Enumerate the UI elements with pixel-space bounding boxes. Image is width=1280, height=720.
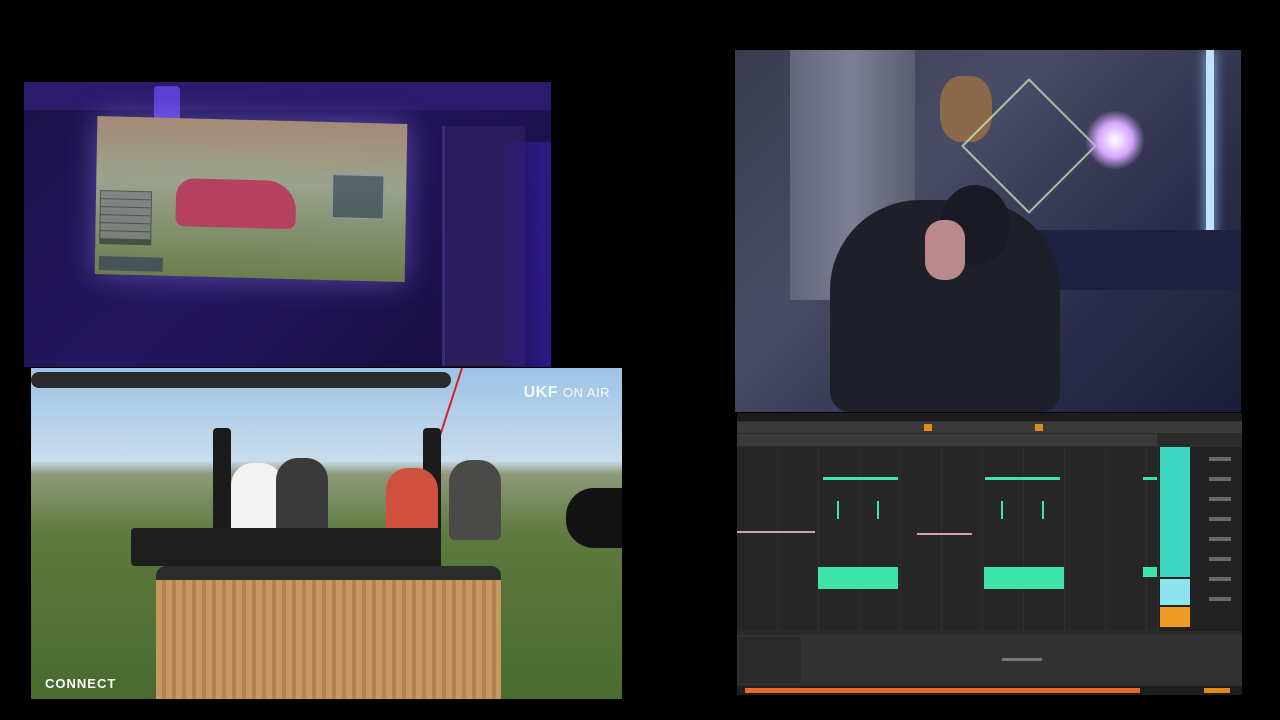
mixer-slot[interactable]: [1209, 497, 1231, 501]
mixer-slot[interactable]: [1209, 517, 1231, 521]
logo-main: UKF: [523, 384, 558, 401]
projector-screen: [94, 115, 408, 283]
clip[interactable]: [818, 567, 898, 589]
game-menu-item: [100, 223, 151, 232]
master-strip[interactable]: [1160, 607, 1190, 627]
clip[interactable]: [1001, 501, 1003, 519]
game-car: [175, 178, 297, 230]
mixer-panel[interactable]: [1159, 447, 1242, 631]
mixer-slot[interactable]: [1209, 597, 1231, 601]
lamp-light: [1085, 110, 1145, 170]
play-icon[interactable]: [924, 424, 932, 431]
mixer-slot[interactable]: [1209, 537, 1231, 541]
led-tube: [1206, 50, 1214, 240]
game-menu-item: [100, 191, 152, 200]
balloon-basket: [156, 566, 501, 699]
game-menu-item: [100, 199, 151, 208]
game-menu-item: [100, 207, 151, 216]
game-menu-item: [100, 231, 151, 240]
clip[interactable]: [984, 567, 1064, 589]
automation-line[interactable]: [917, 533, 972, 535]
mixer-slot[interactable]: [1209, 457, 1231, 461]
mixer-slot[interactable]: [1209, 577, 1231, 581]
clip[interactable]: [1143, 477, 1157, 480]
clip[interactable]: [837, 501, 839, 519]
mixer-strip[interactable]: [1160, 447, 1190, 577]
mixer-slot[interactable]: [1209, 557, 1231, 561]
dj-deck: [131, 528, 441, 566]
status-bar: [737, 686, 1242, 695]
daw-ruler[interactable]: [737, 434, 1157, 446]
connect-caption: CONNECT: [45, 676, 117, 691]
arrangement-view[interactable]: [737, 447, 1157, 631]
clip[interactable]: [1143, 567, 1157, 577]
balloon-dj-panel: UKF ON AIR CONNECT: [31, 368, 622, 699]
automation-line[interactable]: [737, 531, 815, 533]
clip[interactable]: [1042, 501, 1044, 519]
device-pane[interactable]: [739, 637, 801, 683]
streamer-arm: [925, 220, 965, 280]
logo-sub: ON AIR: [562, 385, 610, 400]
clip[interactable]: [985, 477, 1060, 480]
mixer-strip[interactable]: [1160, 579, 1190, 605]
status-message: [745, 688, 1140, 693]
clip[interactable]: [823, 477, 898, 480]
webcam-panel: [735, 50, 1241, 412]
detail-view[interactable]: [737, 635, 1242, 685]
record-icon[interactable]: [1035, 424, 1043, 431]
camera-lens: [566, 488, 622, 548]
game-menu-item: [100, 215, 151, 224]
mixer-slot[interactable]: [1209, 477, 1231, 481]
drop-hint: [1002, 658, 1042, 661]
burner-frame: [31, 372, 451, 388]
game-menu: [99, 190, 153, 246]
player-namebar: [98, 256, 163, 272]
game-hud: [331, 174, 385, 220]
projector-room-panel: [24, 82, 551, 367]
clip[interactable]: [877, 501, 879, 519]
daw-titlebar: [737, 413, 1242, 421]
dj-person: [449, 460, 501, 540]
daw-transport[interactable]: [737, 422, 1242, 433]
ceiling: [24, 82, 551, 110]
cpu-meter: [1204, 688, 1230, 693]
wall-glow: [491, 142, 551, 367]
ukf-logo: UKF ON AIR: [524, 384, 610, 402]
dj-person: [276, 458, 328, 538]
daw-panel: [737, 413, 1242, 695]
